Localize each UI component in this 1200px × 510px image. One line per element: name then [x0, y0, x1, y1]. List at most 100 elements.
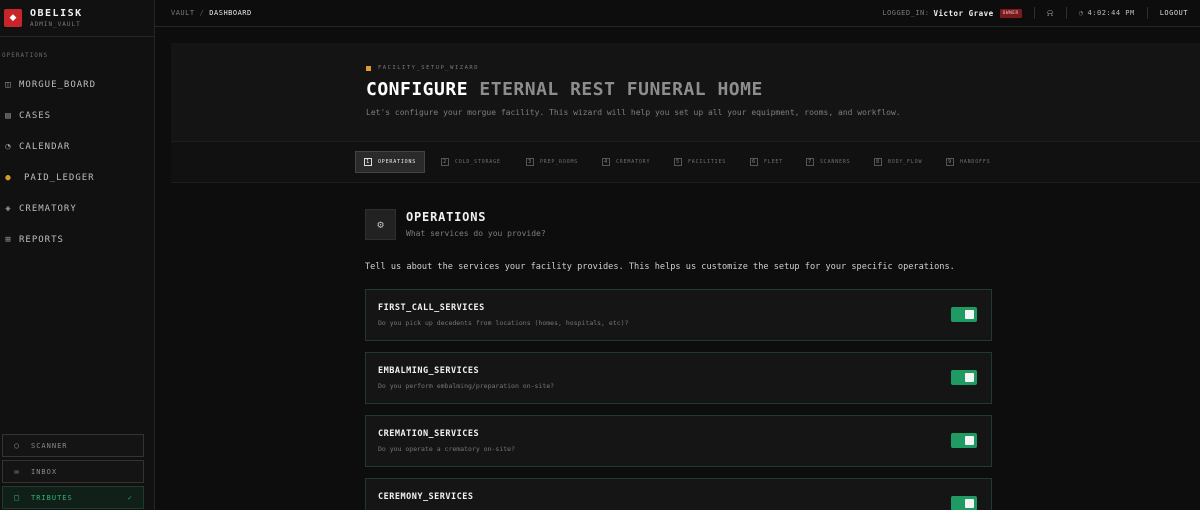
step-crematory[interactable]: 4 CREMATORY [602, 151, 650, 173]
service-description: Do you operate a crematory on-site? [378, 445, 515, 453]
toggle-knob [965, 373, 974, 382]
topbar-right: LOGGED_IN: Victor Grave OWNER ⍾ ◔ 4:02:44… [882, 0, 1200, 26]
brand[interactable]: ◆ OBELISK ADMIN_VAULT [0, 0, 154, 37]
circle-icon: ○ [14, 441, 20, 450]
wizard-eyebrow: FACILITY_SETUP_WIZARD [366, 65, 479, 71]
sliders-icon: ⚙ [365, 209, 396, 240]
service-title: EMBALMING_SERVICES [378, 366, 480, 376]
sidebar: ◆ OBELISK ADMIN_VAULT OPERATIONS ◫ MORGU… [0, 0, 155, 510]
brand-subtitle: ADMIN_VAULT [30, 21, 81, 28]
sidebar-item-paid-ledger[interactable]: ● PAID_LEDGER [0, 162, 154, 193]
wizard-steps: 1 OPERATIONS 2 COLD_STORAGE 3 PREP_ROOMS… [171, 141, 1200, 183]
service-title: FIRST_CALL_SERVICES [378, 303, 485, 313]
section-intro: Tell us about the services your facility… [365, 262, 955, 272]
step-body-flow[interactable]: 8 BODY_FLOW [874, 151, 922, 173]
bell-icon[interactable]: ⍾ [1047, 8, 1054, 19]
clock-time: 4:02:44 PM [1087, 9, 1135, 17]
sidebar-item-morgue-board[interactable]: ◫ MORGUE_BOARD [0, 69, 154, 100]
topbar: VAULT / DASHBOARD LOGGED_IN: Victor Grav… [155, 0, 1200, 27]
step-number: 6 [750, 158, 758, 166]
service-description: Do you pick up decedents from locations … [378, 319, 629, 327]
sidebar-item-label: CASES [19, 110, 52, 121]
cases-icon: ▤ [5, 110, 12, 121]
step-number: 7 [806, 158, 814, 166]
step-number: 2 [441, 158, 449, 166]
step-label: FLEET [764, 159, 784, 165]
title-bold: CONFIGURE [366, 79, 469, 100]
tributes-label: TRIBUTES [31, 493, 73, 502]
service-card-ceremony: CEREMONY_SERVICES [365, 478, 992, 510]
money-bag-icon: ● [5, 172, 12, 183]
sidebar-item-calendar[interactable]: ◔ CALENDAR [0, 131, 154, 162]
chat-icon: □ [14, 493, 20, 502]
breadcrumb-dashboard: DASHBOARD [209, 9, 252, 17]
step-label: COLD_STORAGE [455, 159, 501, 165]
step-label: PREP_ROOMS [540, 159, 579, 165]
first-call-toggle[interactable] [951, 307, 977, 322]
sidebar-bottom: ○ SCANNER ✉ INBOX □ TRIBUTES ✓ [2, 434, 144, 510]
sidebar-item-reports[interactable]: ⊞ REPORTS [0, 224, 154, 255]
step-number: 3 [526, 158, 534, 166]
wizard-header: FACILITY_SETUP_WIZARD CONFIGURE ETERNAL … [171, 43, 1200, 141]
step-label: OPERATIONS [378, 159, 417, 165]
breadcrumb-vault[interactable]: VAULT [171, 9, 195, 17]
step-label: CREMATORY [616, 159, 651, 165]
step-number: 8 [874, 158, 882, 166]
sidebar-nav: ◫ MORGUE_BOARD ▤ CASES ◔ CALENDAR ● PAID… [0, 69, 154, 255]
cremation-toggle[interactable] [951, 433, 977, 448]
sidebar-item-cases[interactable]: ▤ CASES [0, 100, 154, 131]
service-title: CREMATION_SERVICES [378, 429, 480, 439]
service-card-embalming: EMBALMING_SERVICES Do you perform embalm… [365, 352, 992, 404]
columns-icon: ◫ [5, 79, 12, 90]
sidebar-item-label: CREMATORY [19, 203, 77, 214]
scanner-label: SCANNER [31, 441, 68, 450]
step-operations[interactable]: 1 OPERATIONS [355, 151, 426, 173]
main-content: VAULT / DASHBOARD LOGGED_IN: Victor Grav… [155, 0, 1200, 510]
user-name: Victor Grave [933, 8, 994, 18]
step-facilities[interactable]: 5 FACILITIES [674, 151, 726, 173]
mail-icon: ✉ [14, 467, 20, 476]
sidebar-item-label: CALENDAR [19, 141, 71, 152]
step-label: FACILITIES [688, 159, 727, 165]
step-number: 5 [674, 158, 682, 166]
section-subtitle: What services do you provide? [406, 229, 546, 238]
step-number: 4 [602, 158, 610, 166]
checkmark-icon: ✓ [127, 493, 133, 502]
title-facility: ETERNAL REST FUNERAL HOME [479, 79, 763, 100]
toggle-knob [965, 310, 974, 319]
page-subtitle: Let's configure your morgue facility. Th… [366, 108, 901, 117]
service-card-cremation: CREMATION_SERVICES Do you operate a crem… [365, 415, 992, 467]
scanner-button[interactable]: ○ SCANNER [2, 434, 144, 457]
clock-icon: ◔ [1078, 9, 1084, 17]
toggle-knob [965, 436, 974, 445]
eyebrow-text: FACILITY_SETUP_WIZARD [378, 65, 480, 71]
divider [1065, 7, 1067, 19]
sidebar-item-crematory[interactable]: ◈ CREMATORY [0, 193, 154, 224]
service-card-first-call: FIRST_CALL_SERVICES Do you pick up deced… [365, 289, 992, 341]
tributes-button[interactable]: □ TRIBUTES ✓ [2, 486, 144, 509]
step-scanners[interactable]: 7 SCANNERS [806, 151, 850, 173]
page-title: CONFIGURE ETERNAL REST FUNERAL HOME [366, 79, 763, 100]
step-prep-rooms[interactable]: 3 PREP_ROOMS [526, 151, 578, 173]
step-label: SCANNERS [820, 159, 851, 165]
embalming-toggle[interactable] [951, 370, 977, 385]
ceremony-toggle[interactable] [951, 496, 977, 510]
step-handoffs[interactable]: 9 HANDOFFS [946, 151, 990, 173]
inbox-button[interactable]: ✉ INBOX [2, 460, 144, 483]
step-fleet[interactable]: 6 FLEET [750, 151, 783, 173]
breadcrumb-separator: / [199, 9, 205, 17]
report-icon: ⊞ [5, 234, 12, 245]
step-number: 9 [946, 158, 954, 166]
clock-icon: ◔ [5, 141, 12, 152]
clock: ◔ 4:02:44 PM [1079, 9, 1135, 17]
logout-button[interactable]: LOGOUT [1160, 9, 1188, 17]
divider [1146, 7, 1148, 19]
step-cold-storage[interactable]: 2 COLD_STORAGE [441, 151, 501, 173]
section-title: OPERATIONS [406, 210, 487, 224]
flame-icon: ◈ [5, 203, 12, 214]
toggle-knob [965, 499, 974, 508]
orange-square-icon [366, 65, 371, 71]
obelisk-logo-icon: ◆ [4, 9, 22, 27]
sidebar-item-label: MORGUE_BOARD [19, 79, 97, 90]
service-title: CEREMONY_SERVICES [378, 492, 474, 502]
